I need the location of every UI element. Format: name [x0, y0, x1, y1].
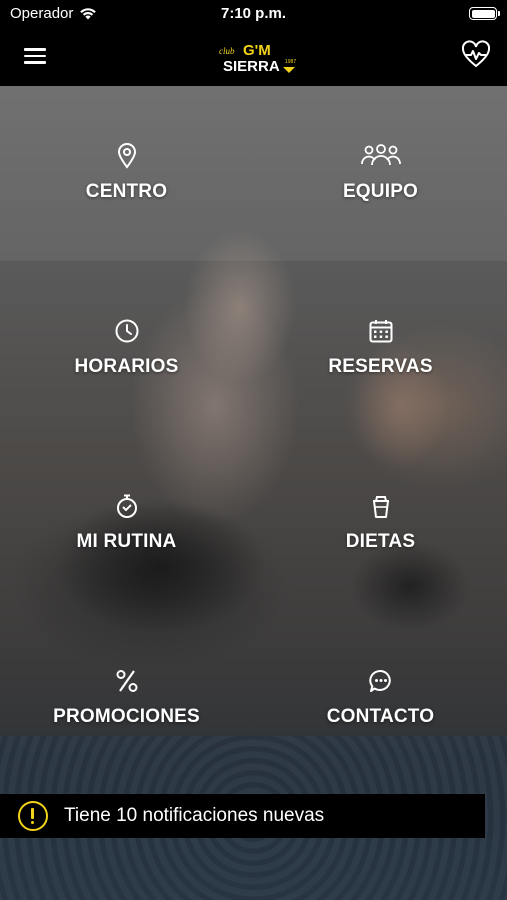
menu-tile-centro[interactable]: CENTRO [0, 86, 253, 261]
notification-banner[interactable]: Tiene 10 notificaciones nuevas [0, 794, 485, 838]
menu-tile-label: CONTACTO [326, 706, 435, 727]
menu-tile-label: MI RUTINA [76, 531, 177, 552]
team-icon [254, 142, 507, 170]
location-pin-icon [0, 142, 253, 170]
heart-pulse-icon[interactable] [461, 40, 491, 70]
menu-tile-dietas[interactable]: DIETAS [254, 436, 507, 611]
drink-cup-icon [254, 492, 507, 520]
menu-tile-mi-rutina[interactable]: MI RUTINA [0, 436, 253, 611]
svg-text:G'M: G'M [243, 42, 271, 59]
menu-tile-label: CENTRO [85, 181, 168, 202]
chat-bubble-icon [254, 667, 507, 695]
hamburger-icon-line [24, 48, 46, 51]
menu-tile-promociones[interactable]: PROMOCIONES [0, 611, 253, 786]
menu-tile-label: DIETAS [345, 531, 416, 552]
club-gm-sierra-logo: club G'M SIERRA 1987 [219, 42, 296, 75]
status-time: 7:10 p.m. [220, 5, 287, 22]
menu-tile-label: HORARIOS [74, 356, 179, 377]
menu-tile-label: RESERVAS [328, 356, 433, 377]
menu-tile-label: PROMOCIONES [53, 706, 200, 727]
calendar-icon [254, 317, 507, 345]
clock-icon [0, 317, 253, 345]
svg-text:club: club [219, 46, 235, 56]
svg-text:SIERRA: SIERRA [223, 58, 280, 75]
hamburger-icon-line [24, 54, 46, 57]
menu-tile-contacto[interactable]: CONTACTO [254, 611, 507, 786]
alert-icon [18, 801, 48, 831]
status-bar: Operador 7:10 p.m. [0, 0, 507, 28]
stopwatch-icon [0, 492, 253, 520]
hamburger-menu-button[interactable] [22, 44, 48, 70]
menu-tile-equipo[interactable]: EQUIPO [254, 86, 507, 261]
percent-icon [0, 667, 253, 695]
menu-tile-reservas[interactable]: RESERVAS [254, 261, 507, 436]
main-menu-grid: CENTRO EQUIPO HORARIOS RESERVAS MI RUTIN… [0, 86, 507, 786]
svg-text:1987: 1987 [285, 59, 296, 65]
top-nav-bar: club G'M SIERRA 1987 [0, 28, 507, 86]
menu-tile-label: EQUIPO [342, 181, 419, 202]
battery-icon [469, 7, 500, 20]
notification-text: Tiene 10 notificaciones nuevas [64, 805, 325, 826]
menu-tile-horarios[interactable]: HORARIOS [0, 261, 253, 436]
hamburger-icon-line [24, 61, 46, 64]
